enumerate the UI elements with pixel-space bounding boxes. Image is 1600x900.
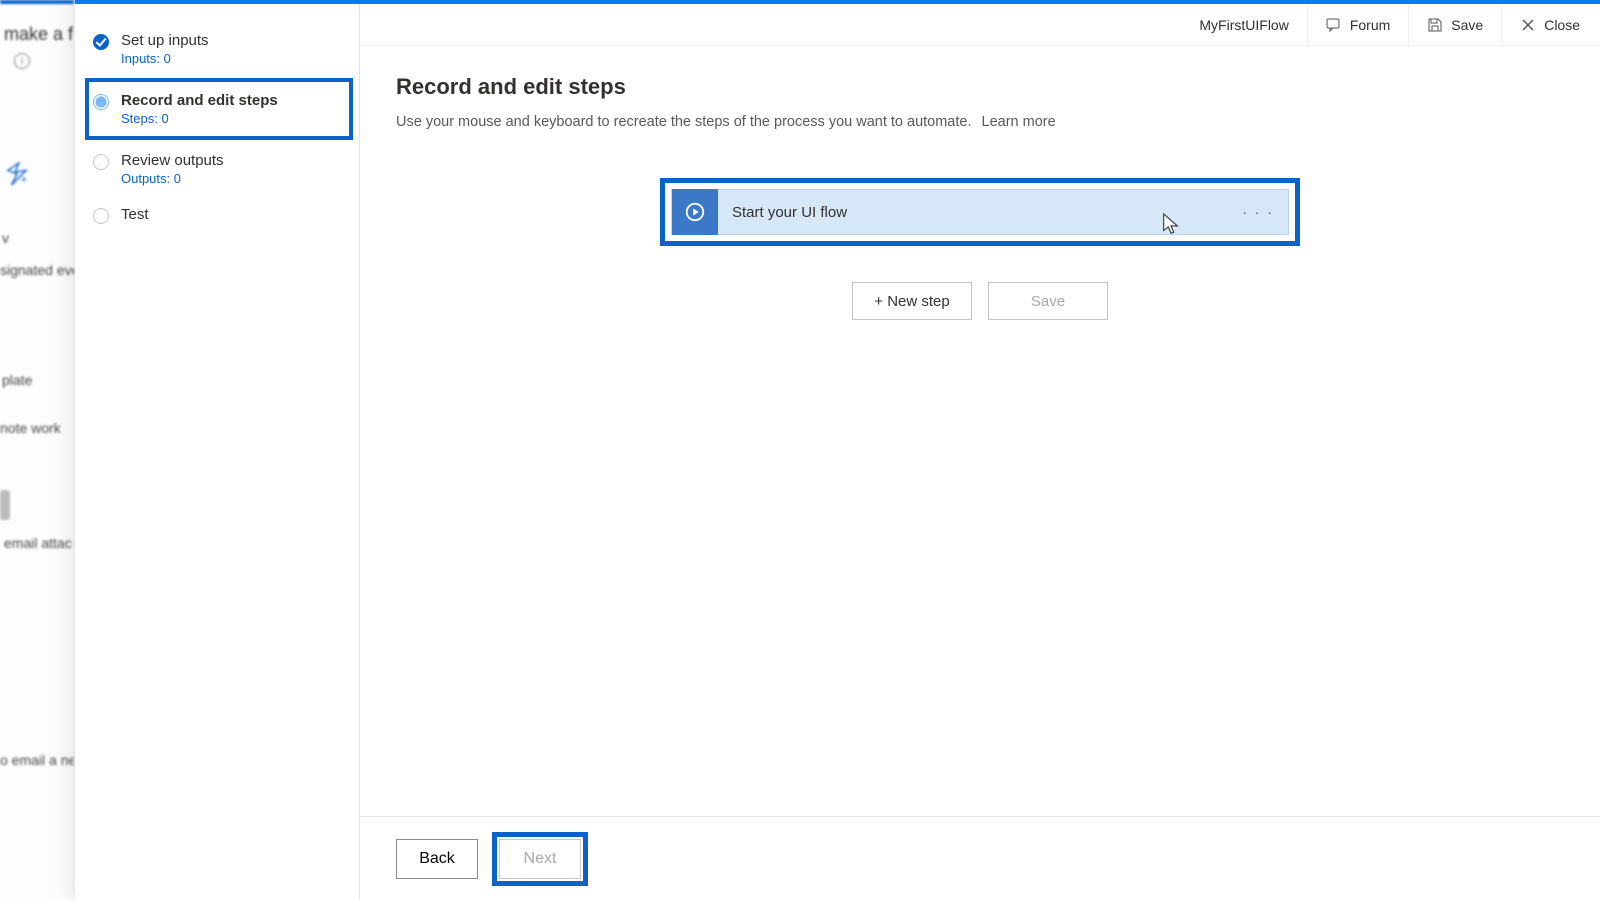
back-button[interactable]: Back bbox=[396, 839, 478, 879]
step-title: Record and edit steps bbox=[121, 92, 278, 109]
learn-more-link[interactable]: Learn more bbox=[982, 114, 1056, 130]
flow-card-highlight: Start your UI flow · · · bbox=[660, 178, 1300, 246]
pending-step-icon bbox=[93, 154, 109, 170]
step-title: Test bbox=[121, 206, 149, 223]
flow-icon: + bbox=[6, 160, 28, 191]
step-subtitle: Outputs: 0 bbox=[121, 171, 224, 186]
ui-flow-panel: Set up inputs Inputs: 0 Record and edit … bbox=[75, 0, 1600, 900]
wizard-footer: Back Next bbox=[360, 816, 1600, 900]
pending-step-icon bbox=[93, 208, 109, 224]
card-more-menu[interactable]: · · · bbox=[1242, 204, 1288, 220]
next-highlight: Next bbox=[492, 832, 588, 886]
close-button[interactable]: Close bbox=[1501, 4, 1598, 45]
next-button[interactable]: Next bbox=[499, 839, 581, 879]
check-icon bbox=[93, 34, 109, 50]
step-test[interactable]: Test bbox=[91, 196, 349, 234]
save-button[interactable]: Save bbox=[1408, 4, 1501, 45]
step-title: Set up inputs bbox=[121, 32, 209, 49]
card-title: Start your UI flow bbox=[718, 204, 1242, 221]
page-title: Record and edit steps bbox=[396, 74, 1564, 100]
wizard-steps: Set up inputs Inputs: 0 Record and edit … bbox=[75, 4, 360, 900]
page-description: Use your mouse and keyboard to recreate … bbox=[396, 114, 1564, 130]
chat-icon bbox=[1326, 17, 1342, 33]
close-icon bbox=[1520, 17, 1536, 33]
background-page: make a fl i + v signated even plate note… bbox=[0, 0, 75, 900]
bg-heading: make a fl bbox=[0, 4, 74, 45]
step-setup-inputs[interactable]: Set up inputs Inputs: 0 bbox=[91, 22, 349, 76]
action-row: + New step Save bbox=[396, 282, 1564, 320]
current-step-icon bbox=[93, 94, 109, 110]
start-ui-flow-card[interactable]: Start your UI flow · · · bbox=[671, 189, 1289, 235]
top-toolbar: MyFirstUIFlow Forum Save Close bbox=[360, 4, 1600, 46]
play-record-icon bbox=[672, 189, 718, 235]
content-area: MyFirstUIFlow Forum Save Close bbox=[360, 4, 1600, 900]
forum-button[interactable]: Forum bbox=[1307, 4, 1408, 45]
main-area: Record and edit steps Use your mouse and… bbox=[360, 46, 1600, 900]
new-step-button[interactable]: + New step bbox=[852, 282, 972, 320]
step-title: Review outputs bbox=[121, 152, 224, 169]
save-flow-button[interactable]: Save bbox=[988, 282, 1108, 320]
step-review-outputs[interactable]: Review outputs Outputs: 0 bbox=[91, 142, 349, 196]
step-record-edit[interactable]: Record and edit steps Steps: 0 bbox=[85, 78, 353, 140]
svg-text:+: + bbox=[21, 174, 27, 186]
flow-name: MyFirstUIFlow bbox=[1181, 4, 1306, 45]
step-subtitle: Steps: 0 bbox=[121, 111, 278, 126]
save-icon bbox=[1427, 17, 1443, 33]
step-subtitle: Inputs: 0 bbox=[121, 51, 209, 66]
info-icon: i bbox=[14, 53, 30, 69]
